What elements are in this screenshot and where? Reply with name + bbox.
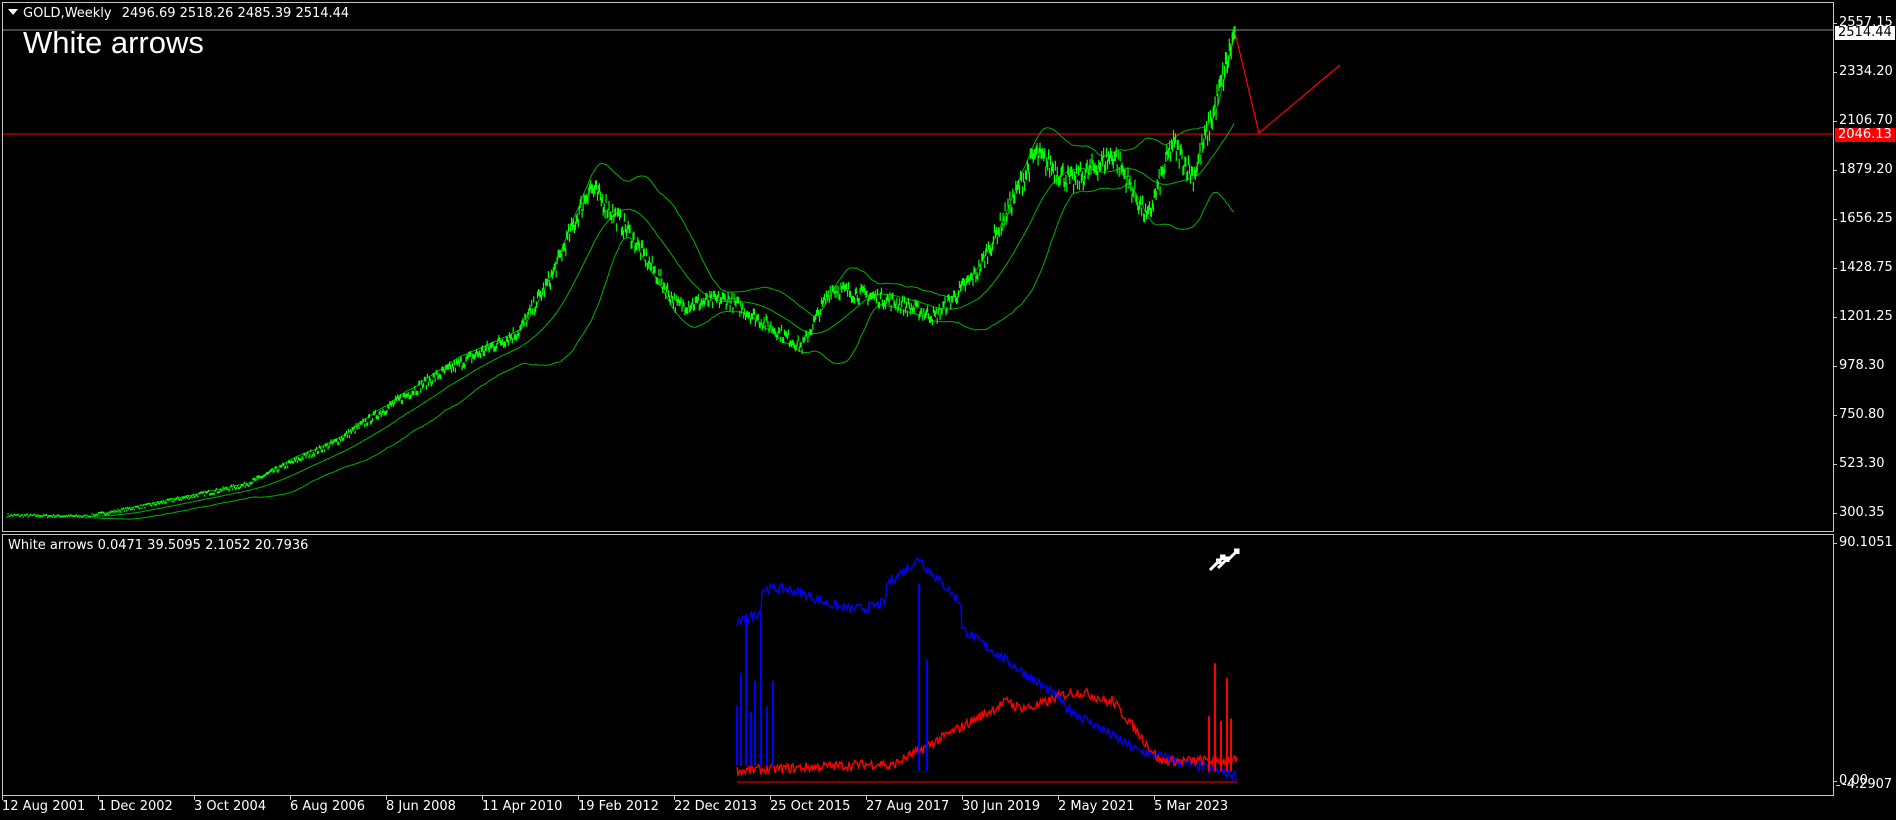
lower-band-line <box>93 185 1235 520</box>
white-arrow-icon <box>1226 548 1240 562</box>
price-chart <box>3 25 1833 520</box>
date-tick: 30 Jun 2019 <box>962 796 1041 814</box>
indicator-subwindow[interactable]: White arrows 0.0471 39.5095 2.1052 20.79… <box>2 534 1834 796</box>
price-tick: 1879.20 <box>1833 162 1893 177</box>
indicator-title: White arrows <box>23 25 204 60</box>
oscillator-chart <box>736 548 1240 783</box>
price-tick: 978.30 <box>1833 358 1885 373</box>
price-tick: 523.30 <box>1833 456 1885 471</box>
red-line-price-tag: 2046.13 <box>1835 128 1895 142</box>
current-price-tag: 2514.44 <box>1835 26 1895 40</box>
upper-band-line <box>93 33 1235 515</box>
red-spike-bars <box>1208 663 1232 771</box>
date-tick: 25 Oct 2015 <box>770 796 851 814</box>
ohlc-values: 2496.69 2518.26 2485.39 2514.44 <box>121 6 350 21</box>
date-tick: 3 Oct 2004 <box>194 796 267 814</box>
price-tick: 1201.25 <box>1833 309 1893 324</box>
date-tick: 22 Dec 2013 <box>674 796 758 814</box>
collapse-triangle-icon[interactable] <box>8 9 18 15</box>
date-tick: 19 Feb 2012 <box>578 796 659 814</box>
price-tick: 1656.25 <box>1833 211 1893 226</box>
price-tick: 300.35 <box>1833 505 1885 520</box>
date-tick: 5 Mar 2023 <box>1154 796 1229 814</box>
price-tick: 2106.70 <box>1833 113 1893 128</box>
date-tick: 27 Aug 2017 <box>866 796 950 814</box>
osc-min-tick: -4.2907 <box>1835 777 1893 792</box>
subwindow-label: White arrows 0.0471 39.5095 2.1052 20.79… <box>8 538 309 553</box>
price-chart-pane[interactable]: GOLD,Weekly 2496.69 2518.26 2485.39 2514… <box>2 2 1834 532</box>
date-tick: 8 Jun 2008 <box>386 796 456 814</box>
blue-spike-bars <box>736 583 928 771</box>
date-tick: 6 Aug 2006 <box>290 796 366 814</box>
oscillator-axis[interactable]: 90.1051 0.00 -4.2907 <box>1833 534 1896 794</box>
date-axis[interactable]: 12 Aug 2001 1 Dec 2002 3 Oct 2004 6 Aug … <box>0 796 1834 820</box>
symbol-header: GOLD,Weekly 2496.69 2518.26 2485.39 2514… <box>8 6 349 21</box>
osc-top-tick: 90.1051 <box>1833 535 1893 550</box>
red-projection-line <box>1234 32 1341 135</box>
date-tick: 11 Apr 2010 <box>482 796 563 814</box>
price-tick: 2334.20 <box>1833 64 1893 79</box>
price-bars <box>6 25 1236 519</box>
date-tick: 1 Dec 2002 <box>98 796 173 814</box>
date-tick: 2 May 2021 <box>1058 796 1135 814</box>
blue-oscillator-line <box>736 557 1238 782</box>
price-tick: 750.80 <box>1833 407 1885 422</box>
price-tick: 1428.75 <box>1833 260 1893 275</box>
red-oscillator-line <box>736 686 1238 778</box>
price-axis[interactable]: 2557.15 2334.20 2106.70 1879.20 1656.25 … <box>1833 2 1896 532</box>
date-tick: 12 Aug 2001 <box>2 796 86 814</box>
symbol-label: GOLD,Weekly <box>23 6 112 21</box>
